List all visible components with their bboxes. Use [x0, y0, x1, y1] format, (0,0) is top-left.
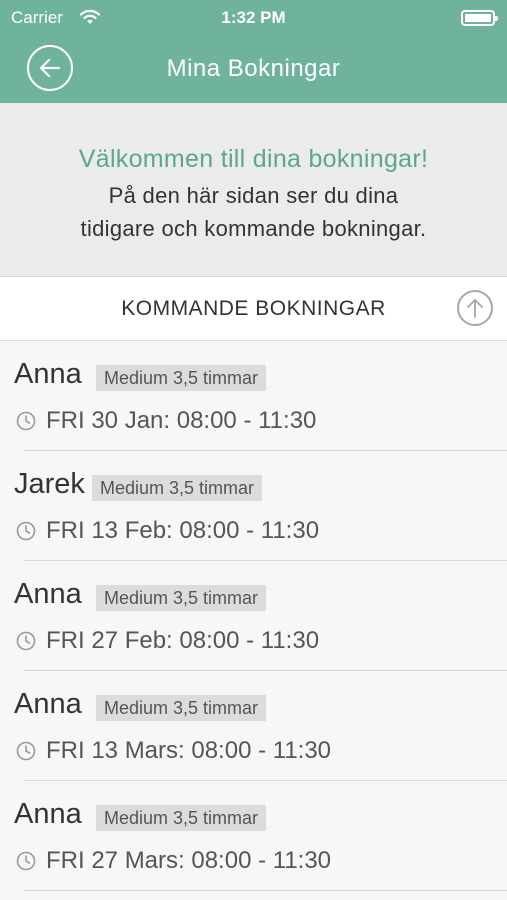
booking-item[interactable]: Anna Medium 3,5 timmar FRI 27 Mars: 08:0… — [0, 781, 507, 891]
welcome-line-2: tidigare och kommande bokningar. — [80, 216, 427, 241]
clock-icon — [16, 521, 36, 546]
booking-item[interactable]: Jarek Medium 3,5 timmar FRI 13 Feb: 08:0… — [0, 451, 507, 561]
battery-icon — [461, 10, 498, 26]
booking-service-badge: Medium 3,5 timmar — [96, 585, 267, 611]
booking-service-badge: Medium 3,5 timmar — [96, 695, 267, 721]
booking-service-badge: Medium 3,5 timmar — [96, 805, 267, 831]
booking-service-badge: Medium 3,5 timmar — [96, 365, 267, 391]
booking-time: FRI 27 Mars: 08:00 - 11:30 — [46, 847, 332, 874]
welcome-line-1: På den här sidan ser du dina — [108, 183, 399, 208]
booking-cleaner-name: Jarek — [14, 468, 85, 500]
section-header: KOMMANDE BOKNINGAR — [0, 277, 507, 341]
booking-item[interactable]: Anna Medium 3,5 timmar FRI 27 Feb: 08:00… — [0, 561, 507, 671]
status-bar: Carrier 1:32 PM — [0, 0, 507, 36]
booking-cleaner-name: Anna — [14, 358, 82, 390]
welcome-title: Välkommen till dina bokningar! — [78, 145, 429, 173]
page-title: Mina Bokningar — [166, 55, 341, 82]
clock-icon — [16, 741, 36, 766]
app-header: Carrier 1:32 PM Mina Bokningar — [0, 0, 507, 103]
welcome-description: På den här sidan ser du dina tidigare oc… — [0, 179, 507, 245]
booking-time: FRI 27 Feb: 08:00 - 11:30 — [46, 627, 320, 654]
booking-service-badge: Medium 3,5 timmar — [92, 475, 263, 501]
scroll-up-button[interactable] — [457, 290, 493, 326]
booking-time: FRI 30 Jan: 08:00 - 11:30 — [46, 407, 317, 434]
booking-cleaner-name: Anna — [14, 578, 82, 610]
welcome-panel: Välkommen till dina bokningar! På den hä… — [0, 103, 507, 277]
booking-list: Anna Medium 3,5 timmar FRI 30 Jan: 08:00… — [0, 341, 507, 891]
status-time: 1:32 PM — [221, 8, 286, 27]
booking-cleaner-name: Anna — [14, 798, 82, 830]
booking-time: FRI 13 Feb: 08:00 - 11:30 — [46, 517, 320, 544]
booking-item[interactable]: Anna Medium 3,5 timmar FRI 30 Jan: 08:00… — [0, 341, 507, 451]
clock-icon — [16, 411, 36, 436]
booking-item[interactable]: Anna Medium 3,5 timmar FRI 13 Mars: 08:0… — [0, 671, 507, 781]
clock-icon — [16, 631, 36, 656]
clock-icon — [16, 851, 36, 876]
booking-cleaner-name: Anna — [14, 688, 82, 720]
booking-time: FRI 13 Mars: 08:00 - 11:30 — [46, 737, 332, 764]
section-title: KOMMANDE BOKNINGAR — [121, 297, 386, 320]
arrow-up-icon — [467, 299, 483, 318]
